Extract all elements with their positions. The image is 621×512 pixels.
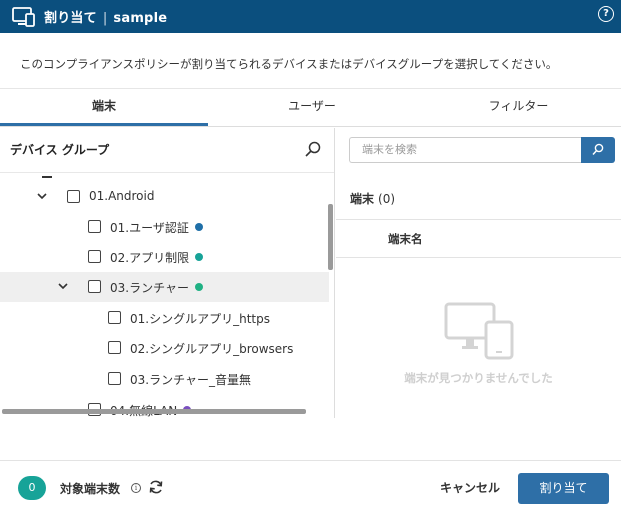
target-count-badge: 0 bbox=[18, 476, 46, 500]
empty-message: 端末が見つかりませんでした bbox=[404, 371, 553, 385]
assign-button[interactable]: 割り当て bbox=[518, 473, 609, 504]
device-group-header: デバイス グループ bbox=[10, 143, 110, 157]
checkbox[interactable] bbox=[88, 250, 101, 263]
group-color-dot bbox=[194, 223, 203, 231]
refresh-icon[interactable] bbox=[148, 479, 164, 495]
checkbox[interactable] bbox=[108, 372, 121, 385]
device-group-panel: デバイス グループ 01.Android 01.ユーザ認証 02.アプリ制限 0… bbox=[0, 128, 335, 418]
cancel-button[interactable]: キャンセル bbox=[430, 476, 510, 500]
title-bar: 割り当て | sample ? bbox=[0, 0, 621, 33]
search-icon[interactable] bbox=[304, 140, 322, 158]
chevron-down-icon[interactable] bbox=[57, 280, 69, 292]
tab-bar: 端末 ユーザー フィルター bbox=[0, 89, 621, 127]
divider bbox=[0, 460, 621, 461]
devices-panel: 端末を検索 端末 (0) 端末名 端末が見つかりませんでした bbox=[336, 128, 621, 418]
help-icon[interactable]: ? bbox=[598, 6, 614, 22]
tree-node-text: 01.ユーザ認証 bbox=[110, 221, 189, 235]
device-count: (0) bbox=[378, 192, 396, 206]
horizontal-scrollbar[interactable] bbox=[2, 409, 306, 414]
vertical-scrollbar[interactable] bbox=[328, 204, 333, 270]
tree-node-user-auth[interactable]: 01.ユーザ認証 bbox=[0, 212, 329, 242]
dialog-title: 割り当て | sample bbox=[44, 7, 167, 26]
target-device-count-label: 対象端末数 bbox=[60, 482, 121, 496]
column-header-device-name[interactable]: 端末名 bbox=[388, 231, 423, 247]
policy-name: sample bbox=[113, 11, 168, 26]
tab-filters[interactable]: フィルター bbox=[416, 89, 621, 126]
info-icon[interactable]: i bbox=[131, 483, 141, 493]
checkbox[interactable] bbox=[67, 190, 80, 203]
divider bbox=[336, 219, 621, 220]
tree-node-app-restriction[interactable]: 02.アプリ制限 bbox=[0, 242, 329, 272]
checkbox[interactable] bbox=[88, 220, 101, 233]
tree-line bbox=[42, 176, 52, 178]
chevron-down-icon[interactable] bbox=[36, 190, 48, 202]
checkbox[interactable] bbox=[108, 341, 121, 354]
divider bbox=[0, 172, 334, 173]
tree-node-label: 02.アプリ制限 bbox=[110, 249, 204, 266]
tree-node-launcher-mute[interactable]: 03.ランチャー_音量無 bbox=[0, 364, 329, 394]
checkbox[interactable] bbox=[108, 311, 121, 324]
tree-node-label: 01.シングルアプリ_https bbox=[130, 312, 270, 326]
dialog-title-text: 割り当て bbox=[44, 11, 97, 26]
tree-node-text: 03.ランチャー bbox=[110, 281, 189, 295]
tree-node-android[interactable]: 01.Android bbox=[0, 182, 329, 212]
tab-devices[interactable]: 端末 bbox=[0, 89, 208, 126]
tree-node-label: 03.ランチャー_音量無 bbox=[130, 373, 251, 387]
tree-node-label: 01.ユーザ認証 bbox=[110, 219, 203, 236]
device-search-input[interactable]: 端末を検索 bbox=[349, 137, 582, 163]
checkbox[interactable] bbox=[88, 280, 101, 293]
title-separator: | bbox=[102, 11, 108, 26]
search-icon bbox=[592, 143, 604, 156]
search-button[interactable] bbox=[581, 137, 615, 163]
tree-node-text: 02.アプリ制限 bbox=[110, 251, 190, 265]
group-color-dot bbox=[194, 283, 203, 291]
empty-devices-icon bbox=[444, 302, 514, 360]
tab-users[interactable]: ユーザー bbox=[208, 89, 416, 126]
divider bbox=[336, 257, 621, 258]
tree-node-label: 02.シングルアプリ_browsers bbox=[130, 342, 294, 356]
instruction-text: このコンプライアンスポリシーが割り当てられるデバイスまたはデバイスグループを選択… bbox=[20, 57, 558, 71]
tree-node-label: 03.ランチャー bbox=[110, 279, 203, 296]
tree-node-single-app-https[interactable]: 01.シングルアプリ_https bbox=[0, 303, 329, 333]
tree-node-launcher[interactable]: 03.ランチャー bbox=[0, 272, 329, 302]
devices-icon bbox=[12, 7, 35, 27]
tree-node-wireless-lan[interactable]: 04.無線LAN bbox=[0, 395, 329, 418]
device-count-title: 端末 (0) bbox=[350, 190, 395, 207]
tree-node-label: 01.Android bbox=[89, 189, 155, 203]
tree-node-single-app-browsers[interactable]: 02.シングルアプリ_browsers bbox=[0, 333, 329, 363]
devices-title: 端末 bbox=[350, 192, 375, 206]
group-color-dot bbox=[195, 253, 204, 261]
